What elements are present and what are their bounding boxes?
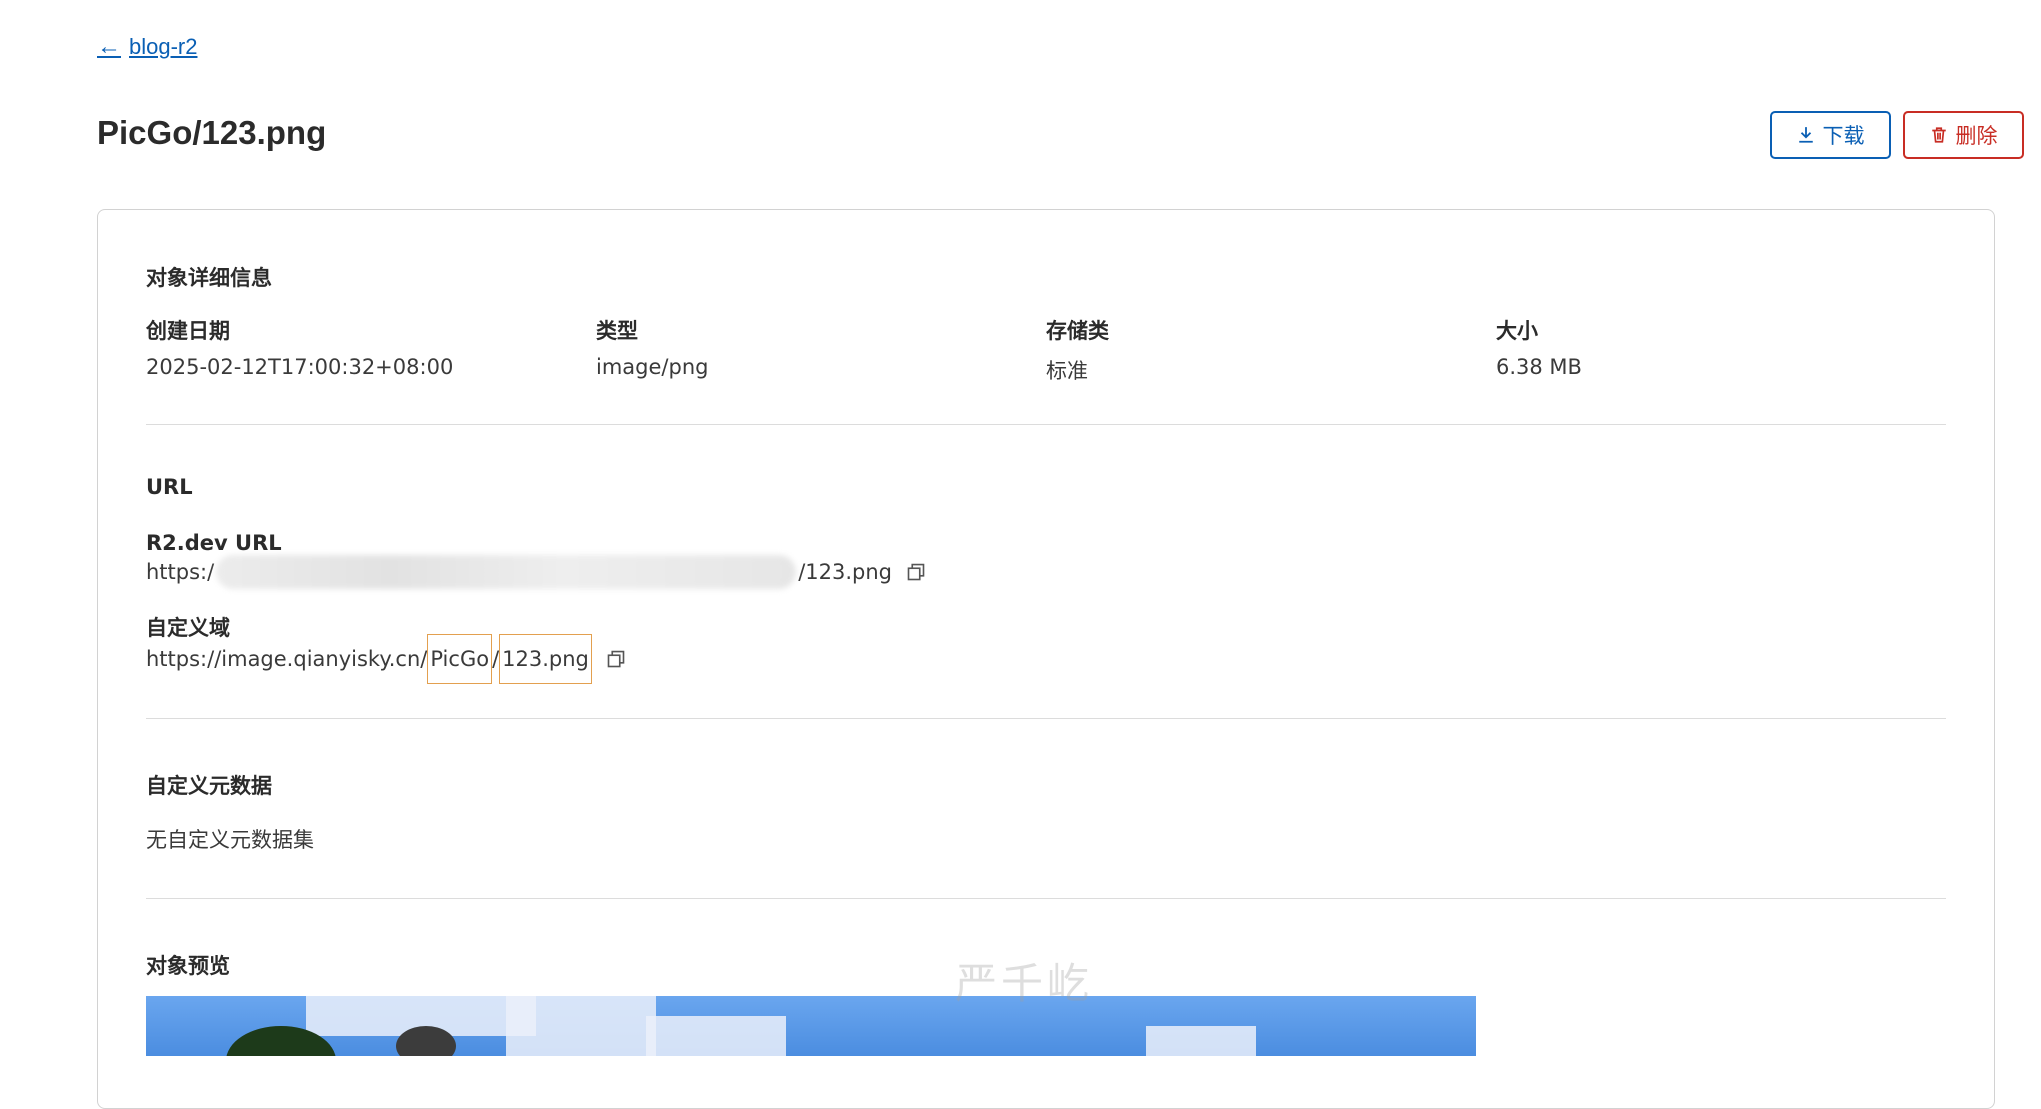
object-preview-image: [146, 996, 1476, 1056]
custom-url-sep: /: [492, 647, 500, 671]
highlighted-folder: PicGo: [427, 634, 493, 684]
detail-type: 类型 image/png: [596, 315, 708, 379]
custom-domain-url: https://image.qianyisky.cn/PicGo/123.png: [146, 634, 626, 684]
copy-icon[interactable]: [906, 562, 926, 582]
download-button[interactable]: 下载: [1770, 111, 1891, 159]
r2-url-value: https:/ /123.png: [146, 555, 926, 589]
delete-button-label: 删除: [1955, 124, 1998, 148]
detail-label: 创建日期: [146, 319, 230, 343]
divider: [146, 898, 1946, 899]
detail-label: 大小: [1496, 319, 1538, 343]
copy-icon[interactable]: [606, 649, 626, 669]
r2-url-label: R2.dev URL: [146, 531, 282, 555]
redacted-url-segment: [216, 555, 797, 589]
detail-label: 类型: [596, 319, 638, 343]
delete-button[interactable]: 删除: [1903, 111, 2024, 159]
r2-url-prefix: https:/: [146, 560, 215, 584]
r2-url-suffix: /123.png: [798, 560, 893, 584]
watermark: 严千屹: [955, 959, 1094, 1008]
detail-value: image/png: [596, 355, 709, 379]
detail-created: 创建日期 2025-02-12T17:00:32+08:00: [146, 315, 453, 379]
detail-value: 2025-02-12T17:00:32+08:00: [146, 355, 454, 379]
trash-icon: [1931, 127, 1946, 143]
detail-storage-class: 存储类 标准: [1046, 315, 1109, 385]
highlighted-filename: 123.png: [499, 634, 592, 684]
custom-url-prefix: https://image.qianyisky.cn/: [146, 647, 428, 671]
preview-section-title: 对象预览: [146, 954, 230, 978]
arrow-left-icon: ←: [97, 33, 121, 60]
detail-value: 标准: [1046, 359, 1088, 383]
back-link-label: blog-r2: [129, 34, 198, 59]
divider: [146, 424, 1946, 425]
detail-size: 大小 6.38 MB: [1496, 315, 1582, 379]
download-icon: [1798, 127, 1813, 143]
header-actions: 下载 删除: [1770, 111, 2024, 159]
metadata-section-title: 自定义元数据: [146, 774, 272, 798]
no-metadata-text: 无自定义元数据集: [146, 828, 314, 852]
download-button-label: 下载: [1822, 124, 1865, 148]
detail-value: 6.38 MB: [1496, 355, 1582, 379]
url-section-title: URL: [146, 475, 193, 499]
divider: [146, 718, 1946, 719]
page-title: PicGo/123.png: [97, 114, 327, 151]
back-link[interactable]: ← blog-r2: [97, 33, 197, 61]
detail-label: 存储类: [1046, 319, 1109, 343]
details-section-title: 对象详细信息: [146, 266, 272, 290]
